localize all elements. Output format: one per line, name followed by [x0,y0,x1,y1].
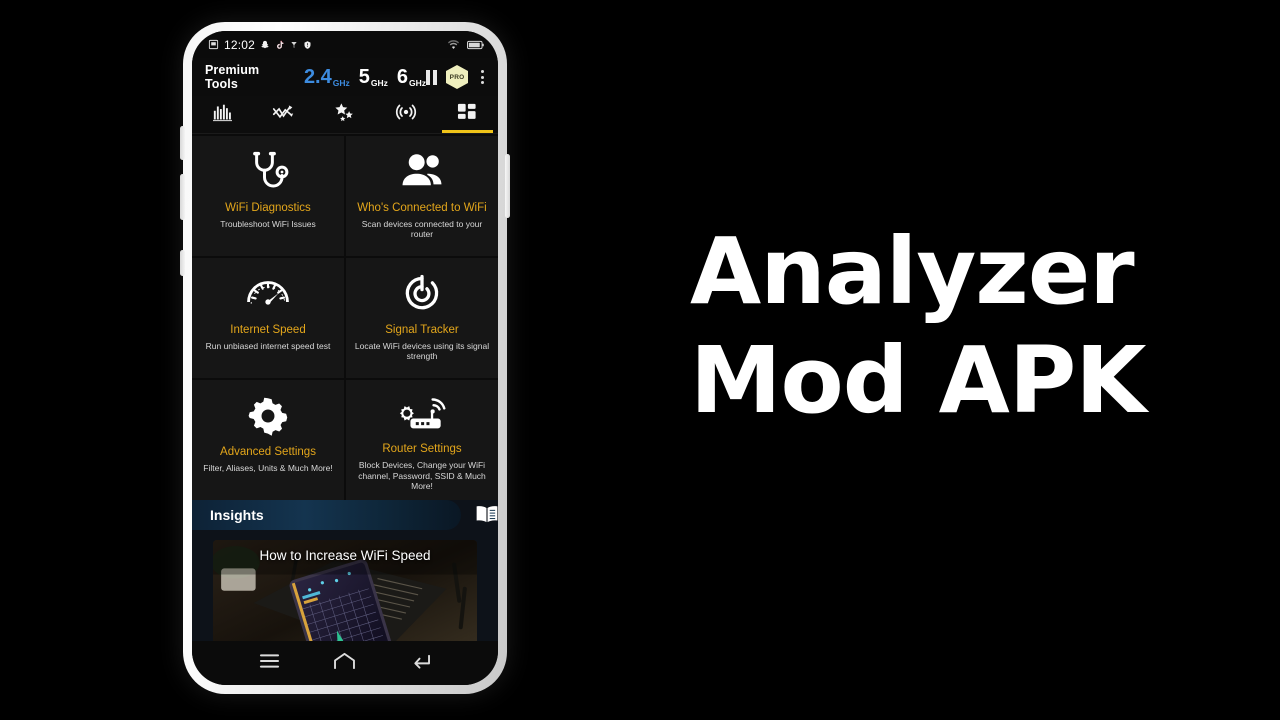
radar-icon [395,102,417,127]
tool-desc: Troubleshoot WiFi Issues [220,218,316,229]
tool-desc: Locate WiFi devices using its signal str… [354,340,490,362]
bar-chart-icon [212,103,233,127]
volume-up-button[interactable] [180,126,185,160]
overflow-menu-icon[interactable] [477,67,488,87]
tool-title: WiFi Diagnostics [225,202,311,214]
band-selector: 2.4 GHz 5 GHz 6 GHz [303,66,426,88]
tiktok-icon [275,40,285,50]
tab-time-graph[interactable] [253,96,314,133]
wifi-icon [447,39,460,50]
stars-icon [334,102,356,127]
shield-icon [303,40,312,50]
status-bar-right [447,39,484,50]
tab-underline [441,130,494,133]
band-option-5ghz[interactable]: 5 GHz [358,66,388,88]
phone-screen: 12:02 Premium Tools 2.4 GHz 5 GHz 6 GHz … [192,31,498,685]
tool-tile-router-settings[interactable]: Router Settings Block Devices, Change yo… [346,380,498,500]
tool-tile-advanced-settings[interactable]: Advanced Settings Filter, Aliases, Units… [192,380,344,500]
screenshot-icon [208,39,219,50]
power-button[interactable] [505,154,510,218]
app-bar-actions: PRO [426,65,488,89]
video-title: How to Increase WiFi Speed [259,548,431,563]
battery-icon [467,40,484,50]
band-value: 6 [396,66,408,88]
back-icon[interactable] [410,652,431,675]
tab-bar [192,96,498,134]
tool-title: Signal Tracker [385,324,459,336]
headline: Analyzer Mod APK [690,218,1250,435]
vpn-key-icon [290,40,298,50]
router-icon [398,391,446,438]
status-bar: 12:02 [192,31,498,58]
speedometer-icon [245,269,291,319]
tool-tile-internet-speed[interactable]: Internet Speed Run unbiased internet spe… [192,258,344,378]
mute-switch[interactable] [180,250,185,276]
tab-premium-tools[interactable] [437,96,498,133]
band-option-24ghz[interactable]: 2.4 GHz [303,66,350,88]
pro-badge[interactable]: PRO [446,65,468,89]
band-value: 5 [358,66,370,88]
tool-title: Who's Connected to WiFi [357,202,487,214]
line-chart-icon [272,103,295,127]
app-bar: Premium Tools 2.4 GHz 5 GHz 6 GHz PRO [192,58,498,96]
tool-title: Advanced Settings [220,446,316,458]
tool-desc: Block Devices, Change your WiFi channel,… [358,460,486,492]
pro-badge-label: PRO [449,73,465,81]
band-option-6ghz[interactable]: 6 GHz [396,66,426,88]
tool-grid: WiFi Diagnostics Troubleshoot WiFi Issue… [192,134,498,500]
insights-header: Insights [192,500,498,530]
tool-title: Router Settings [382,443,462,456]
status-bar-left: 12:02 [208,38,312,52]
tool-desc: Filter, Aliases, Units & Much More! [203,462,333,473]
band-unit: GHz [370,78,388,88]
insights-video-card[interactable]: How to Increase WiFi Speed [213,540,477,641]
band-value: 2.4 [303,66,332,88]
tool-desc: Run unbiased internet speed test [205,340,331,351]
tool-tile-whos-connected[interactable]: Who's Connected to WiFi Scan devices con… [346,136,498,256]
open-book-icon[interactable] [475,504,498,529]
grid-icon [457,103,477,127]
page-title: Premium Tools [205,63,260,91]
stethoscope-icon [247,147,289,197]
gear-icon [247,391,289,441]
tab-channel-rating[interactable] [314,96,375,133]
volume-down-button[interactable] [180,174,185,220]
insights-section: Insights How to Increase WiFi Speed [192,500,498,641]
headline-line-1: Analyzer [690,218,1135,325]
pause-icon[interactable] [426,69,437,85]
home-icon[interactable] [333,652,356,675]
tool-desc: Scan devices connected to your router [361,218,483,240]
insights-title: Insights [210,507,264,523]
phone-mockup: 12:02 Premium Tools 2.4 GHz 5 GHz 6 GHz … [180,22,510,694]
people-icon [399,147,445,197]
headline-line-2: Mod APK [690,326,1147,434]
tool-title: Internet Speed [230,324,306,336]
snapchat-icon [260,40,270,50]
signal-target-icon [401,269,443,319]
band-unit: GHz [332,78,350,88]
status-clock: 12:02 [224,37,256,52]
tab-channel-graph[interactable] [192,96,253,133]
tab-signal-meter[interactable] [376,96,437,133]
navigation-bar [192,641,498,685]
recents-icon[interactable] [259,653,280,674]
tool-tile-signal-tracker[interactable]: Signal Tracker Locate WiFi devices using… [346,258,498,378]
band-unit: GHz [409,78,426,88]
tool-tile-wifi-diagnostics[interactable]: WiFi Diagnostics Troubleshoot WiFi Issue… [192,136,344,256]
